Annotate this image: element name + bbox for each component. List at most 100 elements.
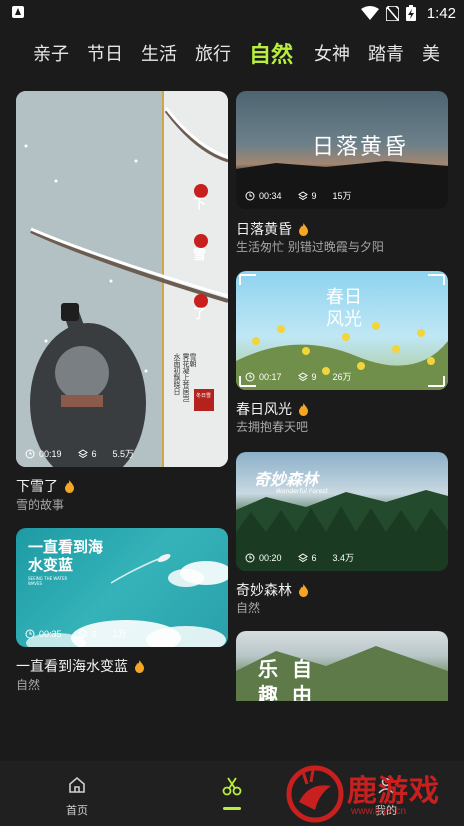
template-card-sea[interactable]: 一直看到海水变蓝 SEEING THE WATER WAVES 00:35 6 … bbox=[16, 528, 228, 694]
duration: 00:17 bbox=[259, 371, 282, 382]
duration: 00:19 bbox=[39, 448, 62, 459]
clock-icon bbox=[25, 629, 35, 638]
status-icons: 1:42 bbox=[360, 3, 456, 23]
status-bar: 1:42 bbox=[0, 0, 464, 26]
thumbnail-spring: 春日风光 00:17 9 26万 bbox=[236, 271, 448, 390]
seal-stamp: 冬日雪 bbox=[196, 393, 212, 399]
no-sim-icon bbox=[385, 5, 399, 21]
card-subtitle: 生活匆忙 别错过晚霞与夕阳 bbox=[236, 240, 384, 254]
use-count: 1万 bbox=[112, 629, 127, 639]
clock-icon bbox=[25, 449, 35, 458]
flame-icon bbox=[299, 583, 308, 597]
android-notification-icon bbox=[12, 6, 24, 18]
thumbnail-sea: 一直看到海水变蓝 SEEING THE WATER WAVES 00:35 6 … bbox=[16, 528, 228, 647]
layers-icon bbox=[77, 448, 88, 458]
layers-icon bbox=[77, 628, 88, 638]
template-card-spring[interactable]: 春日风光 00:17 9 26万 春日风光 去拥抱春天吧 bbox=[236, 271, 448, 437]
tab-lvxing[interactable]: 旅行 bbox=[195, 40, 231, 66]
duration: 00:34 bbox=[259, 190, 282, 201]
layer-count: 6 bbox=[311, 552, 317, 563]
overlay-title-2: 趣由 bbox=[258, 683, 326, 701]
card-title-row: 日落黄昏 bbox=[236, 219, 309, 239]
use-count: 5.5万 bbox=[112, 449, 135, 459]
tab-shenghuo[interactable]: 生活 bbox=[141, 40, 177, 66]
tab-mei[interactable]: 美 bbox=[422, 40, 440, 66]
tab-jieri[interactable]: 节日 bbox=[87, 40, 123, 66]
overlay-small-text: Wonderful Forest bbox=[276, 488, 328, 495]
overlay-char-1: 下 bbox=[193, 197, 207, 212]
flame-icon bbox=[135, 659, 144, 673]
card-title: 春日风光 bbox=[236, 402, 292, 418]
template-card-snow[interactable]: 下 雪 了 水面初飘晓日 霁花凝上苍居岂 雪朝 冬日雪 00:19 6 5.5万… bbox=[16, 91, 228, 516]
overlay-title: 乐自 bbox=[258, 657, 326, 681]
tab-ziran[interactable]: 自然 bbox=[249, 37, 293, 69]
layers-icon bbox=[297, 371, 308, 381]
use-count: 15万 bbox=[332, 191, 352, 201]
watermark-url: www.luyx.cn bbox=[351, 806, 407, 817]
clock-icon bbox=[245, 553, 255, 562]
nav-label: 首页 bbox=[66, 804, 88, 817]
nav-home[interactable]: 首页 bbox=[47, 775, 107, 818]
thumbnail-sunset: 日落黄昏 00:34 9 15万 bbox=[236, 91, 448, 209]
template-card-forest[interactable]: 奇妙森林 Wonderful Forest 00:20 6 3.4万 奇妙森林 … bbox=[236, 452, 448, 618]
clock: 1:42 bbox=[426, 4, 456, 22]
card-meta: 00:19 6 5.5万 bbox=[25, 447, 134, 460]
home-icon bbox=[69, 776, 85, 793]
thumbnail-partial: 乐自 趣由 bbox=[236, 631, 448, 701]
duration: 00:20 bbox=[259, 552, 282, 563]
layers-icon bbox=[297, 190, 308, 200]
clock-icon bbox=[245, 191, 255, 200]
overlay-title: 春日风光 bbox=[326, 287, 362, 330]
card-meta: 00:35 6 1万 bbox=[25, 627, 127, 640]
scissors-icon bbox=[222, 777, 242, 796]
overlay-char-2: 雪 bbox=[193, 248, 207, 263]
flame-icon bbox=[65, 479, 74, 493]
clock-icon bbox=[245, 372, 255, 381]
card-title-row: 下雪了 bbox=[16, 476, 75, 496]
template-card-sunset[interactable]: 日落黄昏 00:34 9 15万 日落黄昏 生活匆忙 别错过晚霞与夕阳 bbox=[236, 91, 448, 256]
use-count: 3.4万 bbox=[332, 553, 355, 563]
tab-nvshen[interactable]: 女神 bbox=[314, 40, 350, 66]
overlay-title: 奇妙森林 bbox=[254, 470, 319, 489]
deer-logo-icon bbox=[286, 765, 344, 823]
snow-scene-illustration bbox=[16, 91, 228, 467]
overlay-small-text: SEEING THE WATER WAVES bbox=[28, 576, 68, 586]
wifi-icon bbox=[360, 6, 379, 20]
card-title: 奇妙森林 bbox=[236, 583, 292, 599]
overlay-title: 日落黄昏 bbox=[312, 135, 409, 160]
tab-taqing[interactable]: 踏青 bbox=[368, 40, 404, 66]
card-subtitle: 去拥抱春天吧 bbox=[236, 420, 309, 434]
active-indicator bbox=[223, 807, 241, 810]
template-card-partial[interactable]: 乐自 趣由 bbox=[236, 631, 448, 701]
card-meta: 00:17 9 26万 bbox=[245, 370, 352, 383]
layer-count: 6 bbox=[91, 628, 97, 639]
layer-count: 9 bbox=[311, 190, 317, 201]
site-watermark: 鹿游戏 www.luyx.cn bbox=[285, 764, 464, 824]
card-title: 日落黄昏 bbox=[236, 222, 292, 238]
layer-count: 9 bbox=[311, 371, 317, 382]
card-title-row: 一直看到海水变蓝 bbox=[16, 656, 145, 676]
category-tabs: 亲子 节日 生活 旅行 自然 女神 踏青 美 bbox=[0, 32, 464, 76]
nav-edit[interactable] bbox=[202, 775, 262, 810]
poem-line-3: 雪朝 bbox=[189, 353, 197, 367]
overlay-title: 一直看到海水变蓝 bbox=[28, 538, 104, 574]
overlay-char-3: 了 bbox=[193, 307, 207, 322]
card-title-row: 奇妙森林 bbox=[236, 580, 309, 600]
card-subtitle: 自然 bbox=[236, 601, 261, 615]
layers-icon bbox=[297, 552, 308, 562]
card-subtitle: 自然 bbox=[16, 678, 41, 692]
battery-charging-icon bbox=[405, 5, 416, 21]
thumbnail-forest: 奇妙森林 Wonderful Forest 00:20 6 3.4万 bbox=[236, 452, 448, 571]
layer-count: 6 bbox=[91, 448, 97, 459]
card-title: 下雪了 bbox=[16, 479, 58, 495]
thumbnail-snow: 下 雪 了 水面初飘晓日 霁花凝上苍居岂 雪朝 冬日雪 00:19 6 5.5万 bbox=[16, 91, 228, 467]
card-title-row: 春日风光 bbox=[236, 399, 309, 419]
card-meta: 00:34 9 15万 bbox=[245, 189, 352, 202]
flame-icon bbox=[299, 222, 308, 236]
card-title: 一直看到海水变蓝 bbox=[16, 659, 128, 675]
flame-icon bbox=[299, 402, 308, 416]
card-meta: 00:20 6 3.4万 bbox=[245, 551, 354, 564]
duration: 00:35 bbox=[39, 628, 62, 639]
card-subtitle: 雪的故事 bbox=[16, 498, 65, 512]
tab-qinzi[interactable]: 亲子 bbox=[33, 40, 69, 66]
